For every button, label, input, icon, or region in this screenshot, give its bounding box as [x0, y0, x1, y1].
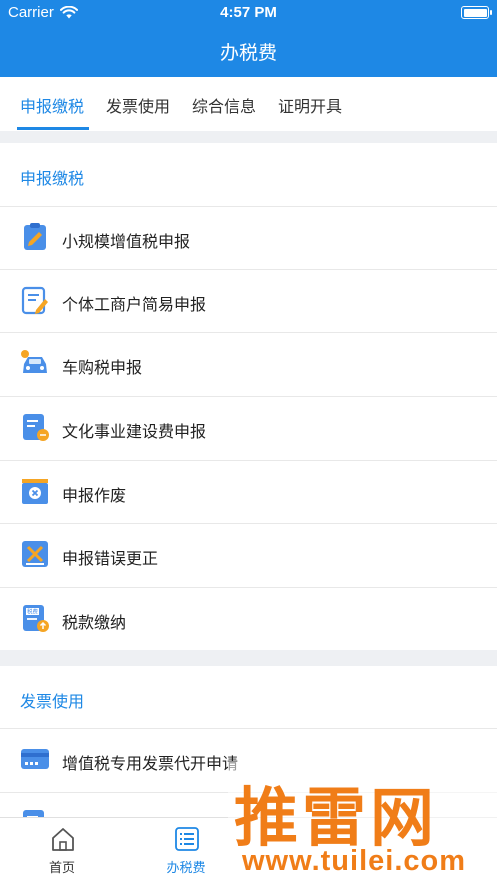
list-item-label: 增值税专用发票代开申请 — [62, 754, 239, 773]
bottom-tab-label: 首页 — [48, 861, 75, 876]
battery-icon — [461, 6, 492, 19]
list-item-label: 车购税申报 — [62, 358, 143, 377]
divider — [0, 587, 497, 588]
list-item-vehicle-purchase-tax[interactable]: 车购税申报 — [0, 332, 497, 395]
bottom-tab-home[interactable]: 首页 — [0, 818, 124, 883]
app-header: Carrier 4:57 PM 办税费 — [0, 0, 497, 77]
document-coin-icon — [23, 414, 49, 441]
section-title-invoice-use: 发票使用 — [20, 692, 85, 711]
section-separator — [0, 131, 497, 143]
list-item-culture-fee[interactable]: 文化事业建设费申报 — [0, 396, 497, 459]
list-item-small-scale-vat[interactable]: 小规模增值税申报 — [0, 206, 497, 269]
list-item-error-correction[interactable]: 申报错误更正 — [0, 523, 497, 586]
page-title: 办税费 — [219, 42, 277, 64]
list-item-label: 小规模增值税申报 — [62, 232, 191, 251]
list-icon — [175, 827, 199, 851]
invoice-card-icon — [21, 749, 49, 769]
list-item-individual-business[interactable]: 个体工商户简易申报 — [0, 269, 497, 332]
list-item-label: 申报错误更正 — [62, 549, 159, 568]
status-bar: Carrier 4:57 PM — [0, 0, 497, 26]
status-time: 4:57 PM — [220, 4, 277, 21]
divider — [0, 332, 497, 333]
tab-declare-pay[interactable]: 申报缴税 — [20, 93, 84, 117]
divider — [0, 396, 497, 397]
category-tabs: 申报缴税 发票使用 综合信息 证明开具 — [0, 77, 497, 131]
active-tab-indicator — [17, 127, 89, 130]
watermark: 推雷网 www.tuilei.com — [228, 763, 497, 883]
tab-certificate[interactable]: 证明开具 — [278, 93, 342, 117]
clipboard-pencil-icon — [24, 223, 46, 250]
divider — [0, 460, 497, 461]
document-edit-icon — [21, 286, 48, 315]
section-title-declare-pay: 申报缴税 — [20, 169, 85, 188]
divider — [0, 269, 497, 270]
tab-invoice-use[interactable]: 发票使用 — [106, 93, 170, 117]
list-item-label: 税款缴纳 — [62, 613, 127, 632]
section-separator — [0, 650, 497, 666]
watermark-url: www.tuilei.com — [242, 845, 467, 877]
list-item-label: 文化事业建设费申报 — [62, 422, 207, 441]
car-icon — [21, 350, 47, 373]
divider — [0, 523, 497, 524]
tax-badge-text: 税费 — [27, 608, 39, 616]
void-declaration-icon — [22, 479, 48, 504]
list-item-void-declaration[interactable]: 申报作废 — [0, 460, 497, 523]
correction-icon — [22, 541, 48, 567]
divider — [0, 206, 497, 207]
list-item-tax-payment[interactable]: 税费 税款缴纳 — [0, 587, 497, 650]
list-item-label: 申报作废 — [62, 486, 127, 505]
divider — [0, 728, 497, 729]
tab-general-info[interactable]: 综合信息 — [192, 93, 256, 117]
home-icon — [52, 828, 74, 851]
list-item-label: 个体工商户简易申报 — [62, 295, 207, 314]
tax-payment-icon: 税费 — [23, 605, 49, 632]
